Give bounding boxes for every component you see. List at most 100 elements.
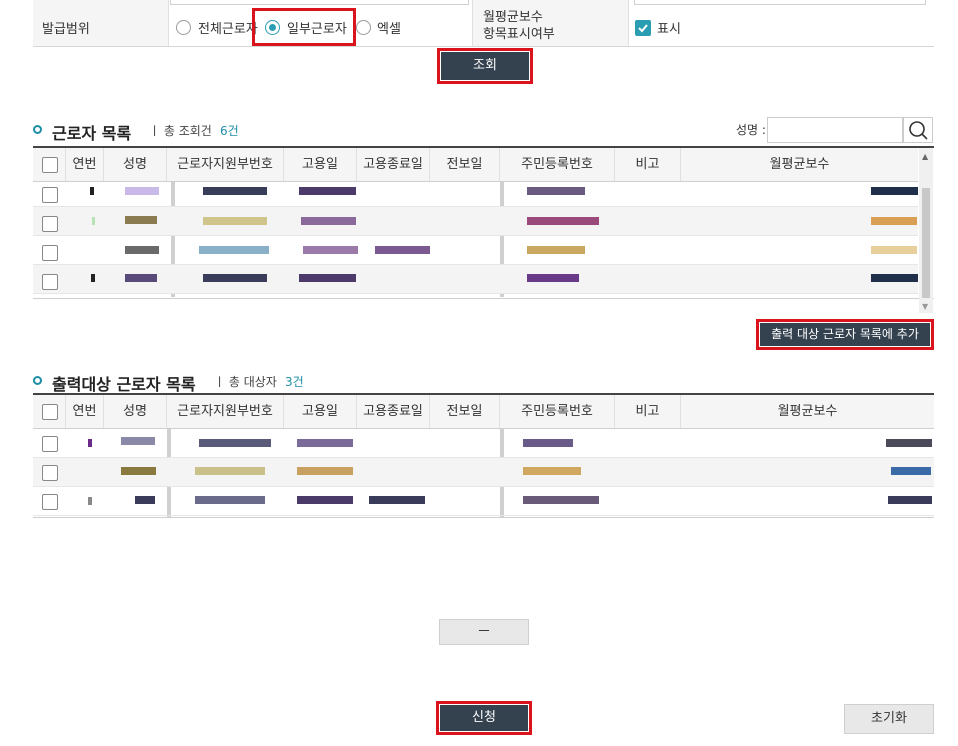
redacted-cell: [195, 496, 265, 504]
issue-range-label: 발급범위: [42, 22, 90, 37]
radio-excel-label: 엑셀: [377, 22, 401, 37]
scroll-up-icon[interactable]: ▲: [922, 152, 928, 161]
redacted-cell: [135, 496, 155, 504]
search-icon: [909, 121, 928, 140]
scrollbar-thumb[interactable]: [922, 188, 930, 298]
col-end-date: 고용종료일: [357, 148, 430, 181]
row-checkbox[interactable]: [42, 494, 58, 510]
redacted-cell: [871, 217, 917, 225]
salary-display-label-line2: 항목표시여부: [483, 27, 555, 42]
col-end-date: 고용종료일: [357, 395, 430, 428]
redacted-cell: [527, 187, 585, 195]
radio-partial-workers[interactable]: [265, 20, 280, 35]
add-to-output-list-button[interactable]: 출력 대상 근로자 목록에 추가: [760, 323, 930, 346]
redacted-cell: [125, 246, 159, 254]
table-row[interactable]: [33, 458, 934, 487]
col-transfer-date: 전보일: [430, 395, 500, 428]
col-support-no: 근로자지원부번호: [167, 148, 284, 181]
salary-display-label: 월평균보수 항목표시여부: [483, 9, 555, 43]
target-list-count-label-text: 총 대상자: [228, 375, 277, 389]
col-name: 성명: [104, 395, 167, 428]
display-checkbox[interactable]: [635, 20, 651, 36]
redacted-cell: [303, 246, 358, 254]
redacted-cell: [199, 246, 269, 254]
redacted-cell: [121, 467, 156, 475]
target-list-count-value: 3건: [285, 375, 304, 389]
redacted-cell: [871, 187, 918, 195]
select-all-checkbox[interactable]: [42, 157, 58, 173]
scroll-down-icon[interactable]: ▼: [922, 302, 928, 311]
worker-list-count-value: 6건: [220, 124, 239, 138]
table-row[interactable]: [33, 207, 918, 236]
table-row[interactable]: [33, 487, 934, 516]
header-select-all: [33, 395, 66, 428]
worker-grid-header: 연번 성명 근로자지원부번호 고용일 고용종료일 전보일 주민등록번호 비고 월…: [33, 148, 918, 182]
section-bullet-icon: [33, 376, 42, 385]
col-seq: 연번: [66, 148, 104, 181]
top-input-right[interactable]: [634, 0, 926, 5]
row-checkbox[interactable]: [42, 465, 58, 481]
select-all-checkbox[interactable]: [42, 404, 58, 420]
redacted-cell: [91, 274, 95, 282]
search-icon-button[interactable]: [903, 117, 933, 143]
col-note: 비고: [615, 395, 681, 428]
redacted-cell: [203, 187, 267, 195]
redacted-cell: [523, 496, 599, 504]
redacted-cell: [299, 274, 356, 282]
remove-from-output-list-button[interactable]: －: [439, 619, 529, 645]
target-grid-body: [33, 429, 934, 517]
redacted-cell: [375, 246, 430, 254]
top-input-left[interactable]: [170, 0, 469, 5]
row-checkbox[interactable]: [42, 187, 58, 203]
radio-excel[interactable]: [356, 20, 371, 35]
col-seq: 연번: [66, 395, 104, 428]
redacted-cell: [199, 439, 271, 447]
search-button[interactable]: 조회: [441, 52, 529, 80]
row-checkbox[interactable]: [42, 436, 58, 452]
redacted-cell: [891, 467, 931, 475]
target-list-title: 출력대상 근로자 목록: [52, 375, 196, 394]
col-name: 성명: [104, 148, 167, 181]
redacted-cell: [369, 496, 425, 504]
target-grid: 연번 성명 근로자지원부번호 고용일 고용종료일 전보일 주민등록번호 비고 월…: [33, 393, 934, 518]
redacted-cell: [297, 439, 353, 447]
worker-list-count-label-text: 총 조회건: [163, 124, 212, 138]
redacted-cell: [871, 246, 917, 254]
redacted-cell: [88, 497, 92, 505]
table-row[interactable]: [33, 236, 918, 265]
name-search-label: 성명 :: [736, 123, 766, 137]
radio-all-workers-label: 전체근로자: [198, 22, 258, 37]
table-row[interactable]: [33, 429, 934, 458]
redacted-cell: [90, 187, 94, 195]
redacted-cell: [871, 274, 918, 282]
redacted-cell: [527, 217, 599, 225]
check-icon: [638, 24, 648, 33]
worker-grid-scrollbar[interactable]: ▲ ▼: [919, 148, 933, 313]
redacted-cell: [125, 274, 157, 282]
redacted-cell: [888, 496, 932, 504]
reset-button[interactable]: 초기화: [844, 704, 934, 734]
table-row[interactable]: [33, 182, 918, 207]
target-grid-header: 연번 성명 근로자지원부번호 고용일 고용종료일 전보일 주민등록번호 비고 월…: [33, 395, 934, 429]
worker-list-count-label: ㅣ 총 조회건: [149, 124, 212, 138]
radio-partial-workers-label: 일부근로자: [287, 22, 347, 37]
col-support-no: 근로자지원부번호: [167, 395, 284, 428]
redacted-cell: [523, 467, 581, 475]
redacted-cell: [527, 274, 579, 282]
redacted-cell: [299, 187, 356, 195]
redacted-cell: [92, 217, 95, 225]
header-select-all: [33, 148, 66, 181]
col-salary: 월평균보수: [769, 157, 830, 172]
redacted-cell: [203, 274, 267, 282]
table-row[interactable]: [33, 265, 918, 294]
row-checkbox[interactable]: [42, 245, 58, 261]
name-search-input[interactable]: [767, 117, 903, 143]
salary-display-label-line1: 월평균보수: [483, 10, 543, 25]
worker-grid: 연번 성명 근로자지원부번호 고용일 고용종료일 전보일 주민등록번호 비고 월…: [33, 146, 934, 313]
row-checkbox[interactable]: [42, 274, 58, 290]
row-checkbox[interactable]: [42, 216, 58, 232]
redacted-cell: [886, 439, 932, 447]
apply-button[interactable]: 신청: [440, 705, 528, 731]
radio-all-workers[interactable]: [176, 20, 191, 35]
col-resident-no: 주민등록번호: [500, 148, 615, 181]
